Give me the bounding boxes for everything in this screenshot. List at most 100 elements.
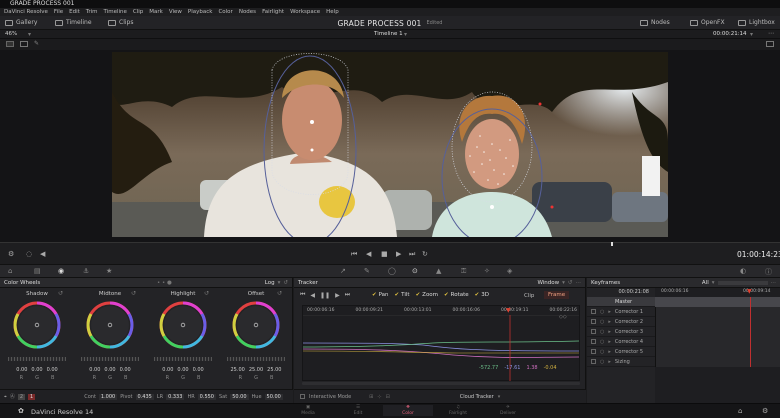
color-wheel-graphic[interactable] [158, 300, 208, 350]
graph-zoom-icon[interactable]: ◇◇ [559, 314, 567, 320]
key-icon[interactable]: ⚿ [461, 267, 466, 276]
menu-fairlight[interactable]: Fairlight [262, 9, 284, 15]
page-tab-color[interactable]: ❖ Color [383, 405, 433, 416]
offset-wheel[interactable]: Offset ↺ 25.00 25.00 25.00 R G B [219, 290, 293, 390]
gallery-button[interactable]: Gallery [5, 19, 37, 26]
track-checkbox[interactable] [591, 319, 596, 324]
lr-field[interactable]: 0.333 [166, 393, 185, 400]
lock-icon[interactable]: ○ [600, 329, 604, 335]
track-checkbox[interactable] [591, 309, 596, 314]
menu-edit[interactable]: Edit [69, 9, 80, 15]
menu-davinci[interactable]: DaVinci Resolve [4, 9, 48, 15]
reset-icon[interactable]: ↺ [568, 280, 573, 286]
chat-icon[interactable]: ◌ [26, 250, 32, 258]
reset-icon[interactable]: ↺ [131, 290, 136, 297]
value-r[interactable]: 0.00 [162, 367, 173, 373]
expand-icon[interactable]: ▸ [608, 309, 611, 315]
menu-workspace[interactable]: Workspace [290, 9, 320, 15]
lock-icon[interactable]: ○ [600, 359, 604, 365]
video-frame[interactable] [112, 52, 668, 237]
menu-mark[interactable]: Mark [149, 9, 163, 15]
openfx-button[interactable]: OpenFX [690, 19, 725, 26]
clip-mode-button[interactable]: Clip [524, 293, 534, 299]
playhead-marker[interactable] [611, 242, 613, 246]
step-back-icon[interactable]: ◀ [366, 250, 371, 258]
camera-raw-icon[interactable]: ⌂ [8, 267, 12, 275]
insert-icon[interactable]: ⊞ [369, 394, 373, 400]
scopes-icon[interactable]: ◐ [740, 267, 746, 275]
tracker-graph[interactable]: 00:00:06:16 00:00:09:21 00:00:13:01 00:0… [302, 305, 580, 381]
delete-icon[interactable]: ⊟ [386, 394, 390, 400]
menu-nodes[interactable]: Nodes [239, 9, 256, 15]
mode-select[interactable]: Log [265, 280, 275, 286]
pan-check[interactable]: ✔ Pan [372, 292, 389, 298]
lock-icon[interactable]: ○ [600, 319, 604, 325]
reset-icon[interactable]: ↺ [204, 290, 209, 297]
color-wheel-graphic[interactable] [231, 300, 281, 350]
menu-timeline[interactable]: Timeline [104, 9, 127, 15]
curves-icon[interactable]: ↗ [340, 267, 346, 275]
contrast-field[interactable]: 1.000 [98, 393, 118, 400]
master-wheel-slider[interactable] [8, 357, 66, 361]
color-match-icon[interactable]: ▤ [34, 267, 41, 275]
menu-help[interactable]: Help [326, 9, 339, 15]
playhead-marker[interactable]: ▼ [506, 307, 511, 314]
rgb-mixer-icon[interactable]: ⚓ [83, 267, 89, 275]
3d-check[interactable]: ✔ 3D [475, 292, 489, 298]
color-wheels-icon[interactable]: ◉ [58, 267, 64, 275]
value-g[interactable]: 25.00 [249, 367, 263, 373]
menu-trim[interactable]: Trim [86, 9, 98, 15]
page-tab-media[interactable]: ▣ Media [283, 405, 333, 416]
value-b[interactable]: 0.00 [47, 367, 58, 373]
expand-icon[interactable]: ▸ [608, 329, 611, 335]
expand-icon[interactable]: ▸ [608, 349, 611, 355]
more-icon[interactable]: ⋯ [771, 280, 777, 286]
more-icon[interactable]: ⋯ [576, 280, 582, 286]
value-r[interactable]: 0.00 [16, 367, 27, 373]
motion-effects-icon[interactable]: ★ [106, 267, 112, 275]
cloud-tracker-select[interactable]: Cloud Tracker [460, 394, 494, 400]
keyframe-filter-select[interactable]: All [702, 280, 709, 286]
reset-icon[interactable]: ↺ [277, 290, 282, 297]
tracker-mode-select[interactable]: Window [537, 280, 559, 286]
expand-icon[interactable]: ▸ [608, 319, 611, 325]
tracker-icon[interactable]: ⊙ [412, 267, 418, 275]
pause-icon[interactable]: ❚❚ [320, 292, 330, 299]
qualifier-icon[interactable]: ✎ [364, 267, 370, 275]
loop-icon[interactable]: ↻ [422, 250, 428, 258]
sizing-icon[interactable]: ✧ [484, 267, 490, 275]
page-tab-fairlight[interactable]: ♫ Fairlight [433, 405, 483, 416]
timeline-name[interactable]: Timeline 1 [374, 31, 403, 37]
keyframe-zoom-slider[interactable] [717, 280, 768, 285]
expand-icon[interactable]: ▸ [608, 339, 611, 345]
value-g[interactable]: 0.00 [177, 367, 188, 373]
sat-field[interactable]: 50.00 [230, 393, 249, 400]
page-tab-edit[interactable]: ☰ Edit [333, 405, 383, 416]
track-reverse-start-icon[interactable]: ⏮ [300, 291, 305, 299]
dropper-icon[interactable]: ⌖ [4, 394, 7, 400]
settings-icon[interactable]: ⚙ [762, 407, 768, 415]
value-r[interactable]: 0.00 [89, 367, 100, 373]
auto-balance-icon[interactable]: Ⓐ [10, 393, 15, 400]
master-lane[interactable] [655, 297, 780, 307]
window-icon[interactable]: ◯ [388, 267, 396, 275]
hue-field[interactable]: 50.00 [264, 393, 283, 400]
home-icon[interactable]: ⌂ [738, 407, 742, 415]
expand-icon[interactable]: ▸ [608, 359, 611, 365]
pen-icon[interactable]: ✎ [34, 40, 39, 47]
go-to-start-icon[interactable]: ⏮ [351, 250, 357, 259]
page-tab-deliver[interactable]: ✈ Deliver [483, 405, 533, 416]
lock-icon[interactable]: ○ [600, 349, 604, 355]
menu-clip[interactable]: Clip [133, 9, 143, 15]
track-reverse-icon[interactable]: ◀ [310, 292, 315, 299]
keyframe-lanes[interactable] [655, 307, 780, 367]
lock-icon[interactable]: ○ [600, 309, 604, 315]
color-wheel-graphic[interactable] [12, 300, 62, 350]
master-wheel-slider[interactable] [227, 357, 285, 361]
tracker-curves[interactable] [303, 315, 579, 381]
set-point-icon[interactable]: ⊹ [377, 394, 381, 400]
clips-button[interactable]: Clips [108, 19, 133, 26]
midtone-wheel[interactable]: Midtone ↺ 0.00 0.00 0.00 R G B [73, 290, 147, 390]
split-icon[interactable] [20, 41, 28, 47]
track-checkbox[interactable] [591, 349, 596, 354]
